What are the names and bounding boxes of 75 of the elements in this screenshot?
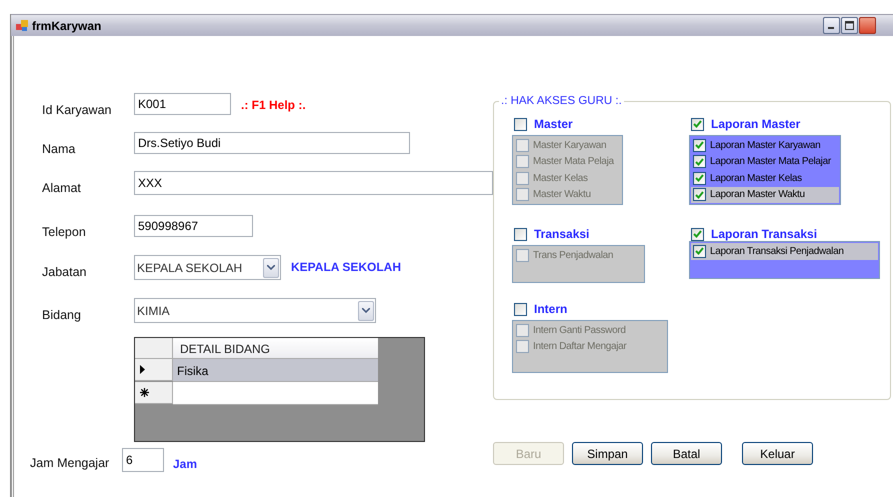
item-label: Master Karyawan — [533, 140, 606, 151]
item-label: Laporan Master Karyawan — [710, 140, 820, 151]
chevron-down-icon — [267, 265, 275, 270]
item-label: Laporan Master Kelas — [710, 172, 802, 184]
checkbox[interactable] — [516, 155, 529, 168]
item-label: Laporan Transaksi Penjadwalan — [710, 246, 844, 257]
new-row-icon — [140, 388, 149, 397]
item-label: Master Mata Pelaja — [533, 156, 614, 168]
column-header[interactable]: DETAIL BIDANG — [173, 338, 378, 359]
field-label: Telepon — [41, 224, 87, 239]
form-button[interactable]: Batal — [651, 442, 722, 465]
group-title: .: HAK AKSES GURU :. — [500, 95, 623, 107]
checkbox[interactable] — [693, 188, 706, 202]
list-item[interactable]: Laporan Master Mata Pelajar — [691, 154, 839, 170]
text-field[interactable]: 6 — [122, 448, 164, 472]
checkbox[interactable] — [693, 138, 706, 152]
checkbox[interactable] — [516, 188, 529, 202]
checkbox[interactable] — [693, 172, 706, 185]
checkbox[interactable] — [514, 302, 527, 316]
field-note: KEPALA SEKOLAH — [291, 259, 402, 274]
checkbox[interactable] — [514, 228, 527, 240]
minimize-button[interactable] — [823, 17, 840, 34]
item-label: Laporan Master Mata Pelajar — [710, 156, 831, 168]
list-item[interactable]: Laporan Transaksi Penjadwalan — [691, 243, 878, 260]
item-label: Intern Daftar Mengajar — [533, 341, 626, 352]
checkbox-label: Master — [534, 117, 573, 131]
text-field[interactable]: 590998967 — [134, 215, 253, 237]
dropdown[interactable]: KIMIA — [134, 298, 376, 323]
app-icon — [16, 20, 28, 32]
chevron-down-icon — [362, 308, 370, 313]
checkbox[interactable] — [691, 228, 704, 240]
text-field[interactable]: Drs.Setiyo Budi — [134, 132, 410, 154]
checkbox[interactable] — [516, 324, 529, 337]
field-label: Bidang — [41, 307, 82, 322]
list-item[interactable]: Laporan Master Kelas — [691, 170, 839, 186]
checked-list[interactable]: Laporan Transaksi Penjadwalan — [689, 241, 880, 279]
field-label: Id Karyawan — [41, 102, 112, 117]
field-note: Jam — [173, 456, 198, 471]
checkbox-label: Transaksi — [534, 227, 590, 241]
field-note: .: F1 Help :. — [241, 97, 306, 112]
current-row-icon — [140, 365, 145, 374]
item-label: Master Waktu — [533, 189, 591, 200]
form-button[interactable]: Keluar — [742, 442, 813, 465]
field-label: Jam Mengajar — [29, 455, 110, 470]
text-field[interactable]: K001 — [134, 93, 231, 115]
checkbox[interactable] — [693, 155, 706, 168]
checkbox-label: Intern — [534, 302, 568, 316]
table-cell: Fisika — [173, 359, 378, 382]
text-field[interactable]: XXX — [134, 171, 493, 195]
maximize-icon — [845, 21, 854, 30]
checkbox[interactable] — [693, 244, 706, 258]
field-label: Nama — [41, 141, 76, 156]
checked-list[interactable]: Laporan Master Karyawan Laporan Master Mata Pelajar Laporan Master Kelas Laporan Master Waktu — [689, 135, 841, 205]
checkbox[interactable] — [514, 118, 527, 130]
item-label: Trans Penjadwalan — [533, 250, 614, 261]
dropdown[interactable]: KEPALA SEKOLAH — [134, 255, 281, 280]
item-label: Master Kelas — [533, 172, 588, 184]
list-item[interactable]: Laporan Master Waktu — [691, 186, 839, 203]
item-label: Laporan Master Waktu — [710, 189, 805, 200]
maximize-button[interactable] — [841, 17, 858, 34]
checkbox[interactable] — [516, 248, 529, 262]
field-label: Jabatan — [41, 264, 88, 279]
row-header-cell — [135, 338, 173, 359]
checkbox[interactable] — [516, 340, 529, 354]
data-grid[interactable]: DETAIL BIDANG Fisika — [134, 337, 425, 442]
field-label: Alamat — [41, 180, 82, 195]
window-title: frmKarywan — [32, 18, 102, 32]
checkbox-label: Laporan Transaksi — [711, 227, 818, 241]
list-item[interactable]: Laporan Master Karyawan — [691, 137, 839, 154]
form-button[interactable]: Simpan — [572, 442, 643, 465]
checkbox[interactable] — [516, 138, 529, 152]
checkbox-label: Laporan Master — [711, 117, 800, 131]
checkbox[interactable] — [516, 172, 529, 185]
item-label: Intern Ganti Password — [533, 324, 626, 336]
checkbox[interactable] — [691, 118, 704, 130]
